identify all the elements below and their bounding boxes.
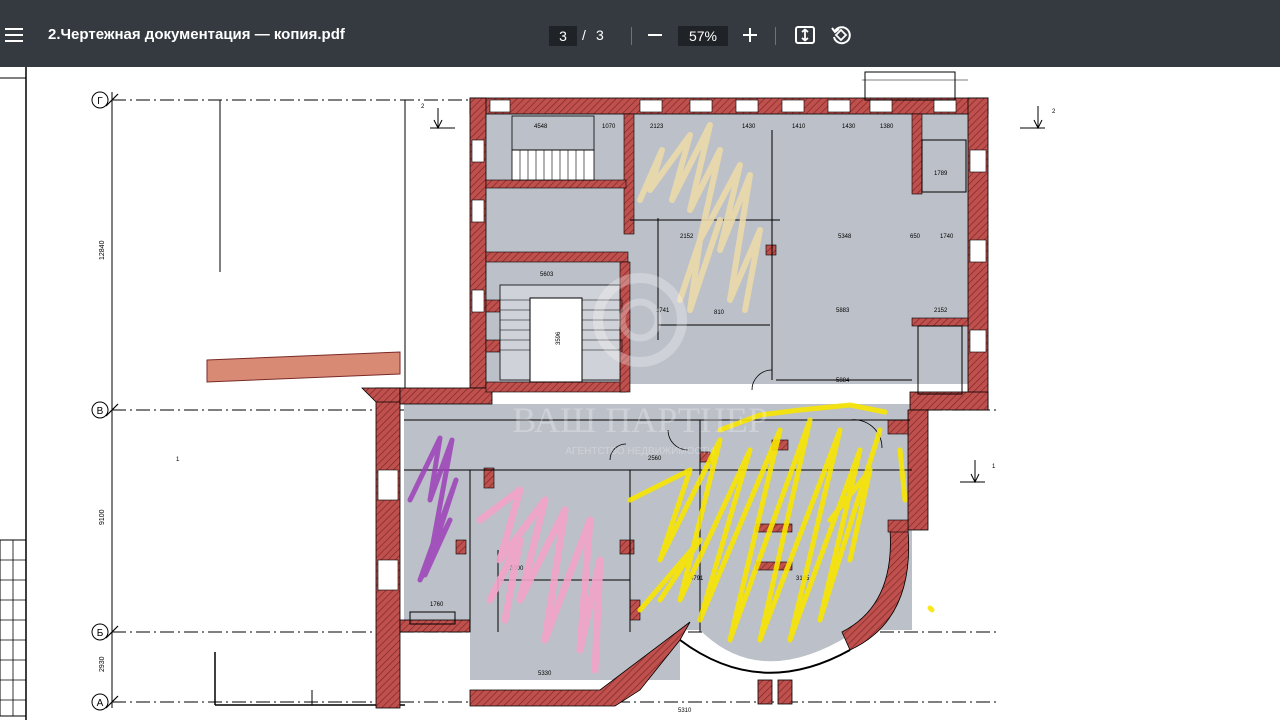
axis-label-a: А	[97, 698, 104, 709]
current-page-input[interactable]: 3	[549, 26, 577, 46]
axis-label-g: Г	[97, 96, 103, 107]
rotate-icon	[831, 26, 851, 45]
svg-text:2: 2	[1052, 109, 1056, 115]
fit-page-icon	[795, 26, 815, 44]
axis-label-v: В	[97, 406, 104, 417]
total-pages: 3	[596, 27, 604, 43]
pdf-toolbar: 2.Чертежная документация — копия.pdf 3 /…	[0, 0, 1280, 67]
svg-text:810: 810	[714, 310, 725, 316]
svg-text:3596: 3596	[556, 331, 562, 345]
floor-plan-drawing: 12840 9100 2930 Г В Б А 1 3596 4548 1070…	[0, 67, 1056, 720]
svg-text:1760: 1760	[430, 602, 444, 608]
svg-text:2152: 2152	[934, 308, 948, 314]
svg-text:2: 2	[421, 104, 425, 110]
dim-vertical-2: 9100	[99, 509, 106, 525]
svg-text:650: 650	[910, 234, 921, 240]
svg-text:АГЕНТСТВО НЕДВИЖИМОСТИ: АГЕНТСТВО НЕДВИЖИМОСТИ	[565, 446, 714, 457]
rotate-button[interactable]	[829, 23, 853, 47]
hamburger-menu-icon	[5, 28, 23, 42]
zoom-in-button[interactable]	[739, 24, 761, 46]
svg-text:1789: 1789	[934, 171, 948, 177]
dim-vertical-3: 2930	[99, 656, 106, 672]
svg-text:2123: 2123	[650, 124, 664, 130]
axis-label-b: Б	[97, 628, 104, 639]
svg-text:1380: 1380	[880, 124, 894, 130]
svg-text:5310: 5310	[678, 708, 692, 714]
svg-text:5603: 5603	[540, 272, 554, 278]
svg-text:1430: 1430	[842, 124, 856, 130]
dim-vertical-1: 12840	[99, 240, 106, 260]
document-viewer[interactable]: 12840 9100 2930 Г В Б А 1 3596 4548 1070…	[0, 67, 1280, 720]
svg-text:1430: 1430	[742, 124, 756, 130]
svg-text:ВАШ ПАРТНЕР: ВАШ ПАРТНЕР	[512, 400, 768, 440]
plus-icon	[743, 28, 757, 42]
svg-text:5348: 5348	[838, 234, 852, 240]
toolbar-divider	[631, 27, 632, 45]
document-title: 2.Чертежная документация — копия.pdf	[48, 26, 345, 43]
minus-icon	[648, 34, 662, 36]
svg-text:1740: 1740	[940, 234, 954, 240]
fit-page-button[interactable]	[793, 24, 817, 46]
svg-text:5883: 5883	[836, 308, 850, 314]
svg-text:5330: 5330	[538, 671, 552, 677]
zoom-out-button[interactable]	[644, 24, 666, 46]
svg-text:5884: 5884	[836, 378, 850, 384]
svg-text:1: 1	[992, 464, 996, 470]
page-separator: /	[582, 27, 586, 43]
toolbar-divider	[775, 27, 776, 45]
svg-text:4548: 4548	[534, 124, 548, 130]
menu-button[interactable]	[0, 23, 26, 47]
svg-text:1: 1	[176, 457, 180, 463]
svg-text:2152: 2152	[680, 234, 694, 240]
svg-text:1410: 1410	[792, 124, 806, 130]
svg-text:1070: 1070	[602, 124, 616, 130]
zoom-level-input[interactable]: 57%	[678, 26, 728, 46]
